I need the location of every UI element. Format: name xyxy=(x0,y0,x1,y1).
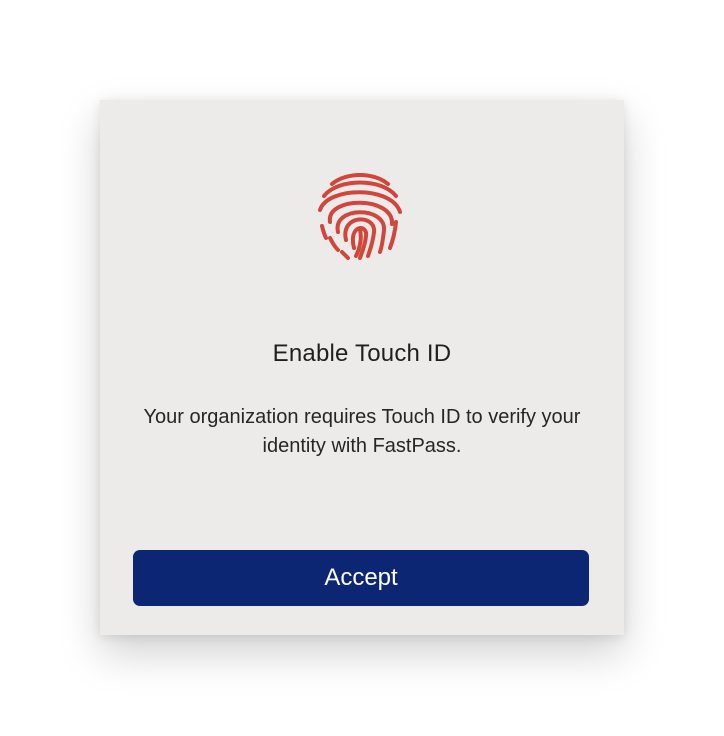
screen: Enable Touch ID Your organization requir… xyxy=(0,0,724,736)
dialog-message: Your organization requires Touch ID to v… xyxy=(143,406,581,457)
accept-button[interactable]: Accept xyxy=(133,550,589,606)
enable-touch-id-dialog: Enable Touch ID Your organization requir… xyxy=(100,100,624,635)
dialog-title: Enable Touch ID xyxy=(272,340,452,367)
fingerprint-icon xyxy=(310,166,410,262)
